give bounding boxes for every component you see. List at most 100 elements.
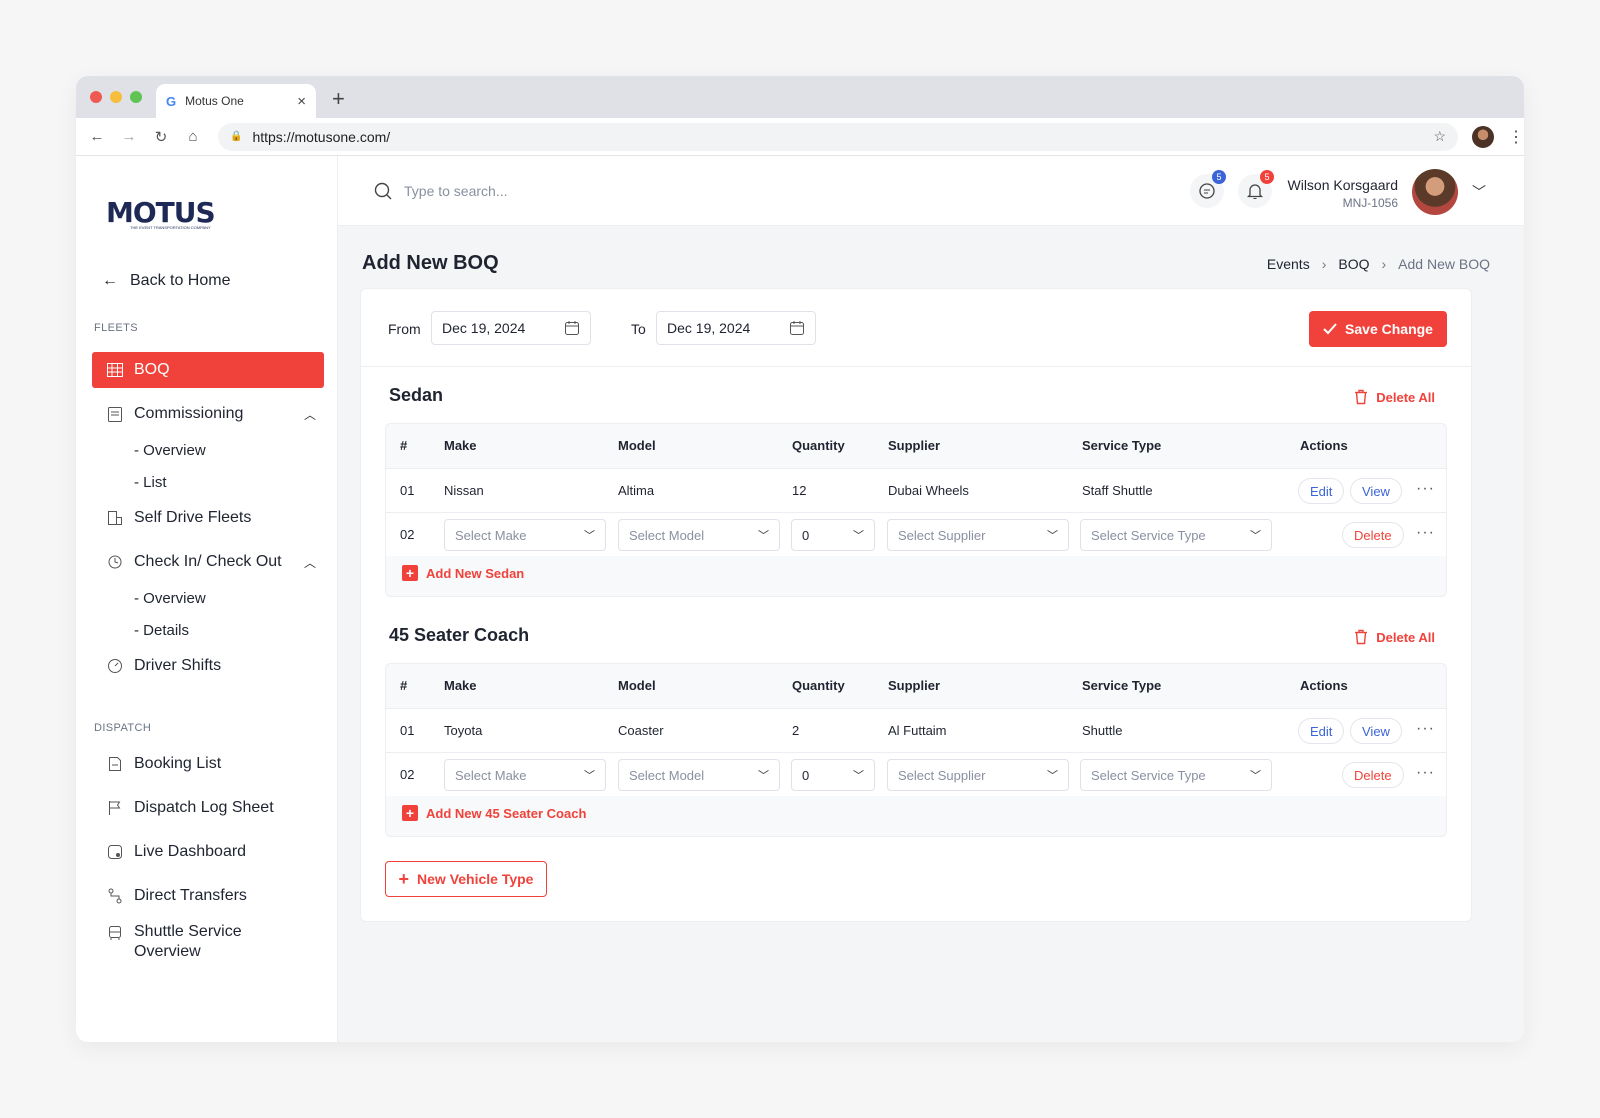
supplier-select-value: Select Supplier [898,767,986,783]
bookmark-star-icon[interactable]: ☆ [1434,128,1447,145]
arrow-left-icon: ← [102,272,118,289]
sidebar-item-commissioning[interactable]: Commissioning ︿ [92,396,324,432]
minimize-window-button[interactable] [110,91,122,103]
save-change-button[interactable]: Save Change [1309,311,1447,347]
tab-close-icon[interactable]: × [297,93,306,110]
delete-row-button[interactable]: Delete [1342,762,1404,788]
breadcrumb-boq[interactable]: BOQ [1338,256,1369,272]
col-header-service-type: Service Type [1082,678,1162,693]
sidebar-item-driver-shifts[interactable]: Driver Shifts [92,648,324,684]
more-icon[interactable]: ··· [1416,764,1435,782]
user-avatar[interactable] [1412,169,1458,215]
make-select-value: Select Make [455,527,527,543]
more-icon[interactable]: ··· [1416,480,1435,498]
window-controls [90,91,142,103]
model-select-value: Select Model [629,767,705,783]
quantity-select[interactable]: 0 ﹀ [791,519,875,551]
browser-menu-icon[interactable]: ⋮ [1508,127,1524,147]
tab-title: Motus One [185,94,244,108]
back-to-home-link[interactable]: ← Back to Home [102,272,230,290]
quantity-select-value: 0 [802,527,810,543]
from-date-input[interactable]: Dec 19, 2024 [431,311,591,345]
model-select[interactable]: Select Model ﹀ [618,519,780,551]
plus-icon: + [402,805,418,821]
add-new-coach-button[interactable]: + Add New 45 Seater Coach [402,805,586,821]
sidebar-item-self-drive-fleets[interactable]: Self Drive Fleets [92,500,324,536]
table-row-new: 02 Select Make ﹀ Select Model ﹀ 0 ﹀ Select … [386,752,1446,796]
logo-tagline: THE EVENT TRANSPORTATION COMPANY [130,225,211,230]
edit-button[interactable]: Edit [1298,478,1345,504]
quantity-select[interactable]: 0 ﹀ [791,759,875,791]
supplier-select[interactable]: Select Supplier ﹀ [887,759,1069,791]
maximize-window-button[interactable] [130,91,142,103]
reload-icon[interactable]: ↻ [152,128,170,146]
sidebar-subitem-commissioning-list[interactable]: - List [134,474,167,491]
breadcrumb: Events › BOQ › Add New BOQ [1267,256,1490,272]
home-icon[interactable]: ⌂ [184,128,202,146]
sidebar-item-live-dashboard[interactable]: Live Dashboard [92,834,324,870]
sidebar-item-label: BOQ [134,361,170,378]
chevron-down-icon[interactable]: ﹀ [1472,182,1486,202]
service-type-select-value: Select Service Type [1091,527,1206,543]
more-icon[interactable]: ··· [1416,720,1435,738]
table-row: 01 Nissan Altima 12 Dubai Wheels Staff S… [386,468,1446,512]
check-icon [1323,323,1337,335]
chevron-down-icon: ﹀ [758,530,769,542]
sidebar-subitem-checkin-details[interactable]: - Details [134,622,189,639]
search-input[interactable]: Type to search... [404,183,508,199]
sidebar-item-dispatch-log-sheet[interactable]: Dispatch Log Sheet [92,790,324,826]
delete-row-button[interactable]: Delete [1342,522,1404,548]
col-header-make: Make [444,438,477,453]
row-num: 02 [400,767,415,782]
supplier-select[interactable]: Select Supplier ﹀ [887,519,1069,551]
profile-avatar[interactable] [1472,125,1494,148]
sidebar-item-label-line1: Shuttle Service [134,923,242,940]
add-new-coach-label: Add New 45 Seater Coach [426,805,587,821]
model-select[interactable]: Select Model ﹀ [618,759,780,791]
back-arrow-icon[interactable]: ← [88,128,106,146]
breadcrumb-events[interactable]: Events [1267,256,1310,272]
chevron-up-icon[interactable]: ︿ [304,554,316,571]
delete-all-sedan-button[interactable]: Delete All [1354,389,1435,405]
sidebar-item-shuttle-service-overview[interactable]: Shuttle Service Overview [92,922,324,966]
forward-arrow-icon[interactable]: → [120,128,138,146]
view-button[interactable]: View [1350,718,1402,744]
sidebar-item-boq[interactable]: BOQ [92,352,324,388]
messages-button[interactable]: 5 [1190,170,1226,208]
table-row-new: 02 Select Make ﹀ Select Model ﹀ 0 ﹀ Select … [386,512,1446,556]
row-make: Nissan [444,483,484,498]
notifications-button[interactable]: 5 [1238,170,1274,208]
close-window-button[interactable] [90,91,102,103]
top-bar: Type to search... 5 5 Wilson Korsgaard M… [338,156,1524,226]
sidebar-subitem-commissioning-overview[interactable]: - Overview [134,442,206,459]
service-type-select[interactable]: Select Service Type ﹀ [1080,519,1272,551]
sidebar-item-booking-list[interactable]: Booking List [92,746,324,782]
chevron-up-icon[interactable]: ︿ [304,406,316,423]
edit-button[interactable]: Edit [1298,718,1345,744]
sidebar-item-check-in-check-out[interactable]: Check In/ Check Out ︿ [92,544,324,580]
col-header-model: Model [618,438,656,453]
motus-logo[interactable]: MOTUS THE EVENT TRANSPORTATION COMPANY [106,196,226,230]
make-select[interactable]: Select Make ﹀ [444,519,606,551]
bus-icon [106,924,124,942]
to-date-input[interactable]: Dec 19, 2024 [656,311,816,345]
from-label: From [388,321,421,337]
make-select[interactable]: Select Make ﹀ [444,759,606,791]
col-header-num: # [400,678,408,693]
delete-all-coach-button[interactable]: Delete All [1354,629,1435,645]
file-icon [106,755,124,773]
view-button[interactable]: View [1350,478,1402,504]
gauge-icon [106,657,124,675]
grid-icon [106,361,124,379]
url-bar[interactable]: 🔒 https://motusone.com/ ☆ [218,122,1459,151]
row-num: 01 [400,483,415,498]
more-icon[interactable]: ··· [1416,524,1435,542]
service-type-select[interactable]: Select Service Type ﹀ [1080,759,1272,791]
add-new-sedan-button[interactable]: + Add New Sedan [402,565,524,581]
sidebar-item-direct-transfers[interactable]: Direct Transfers [92,878,324,914]
new-vehicle-type-button[interactable]: + New Vehicle Type [385,861,547,897]
sidebar-subitem-checkin-overview[interactable]: - Overview [134,590,206,607]
new-tab-button[interactable]: + [332,86,345,112]
browser-tab[interactable]: G Motus One × [156,84,316,118]
chevron-down-icon: ﹀ [1250,530,1261,542]
